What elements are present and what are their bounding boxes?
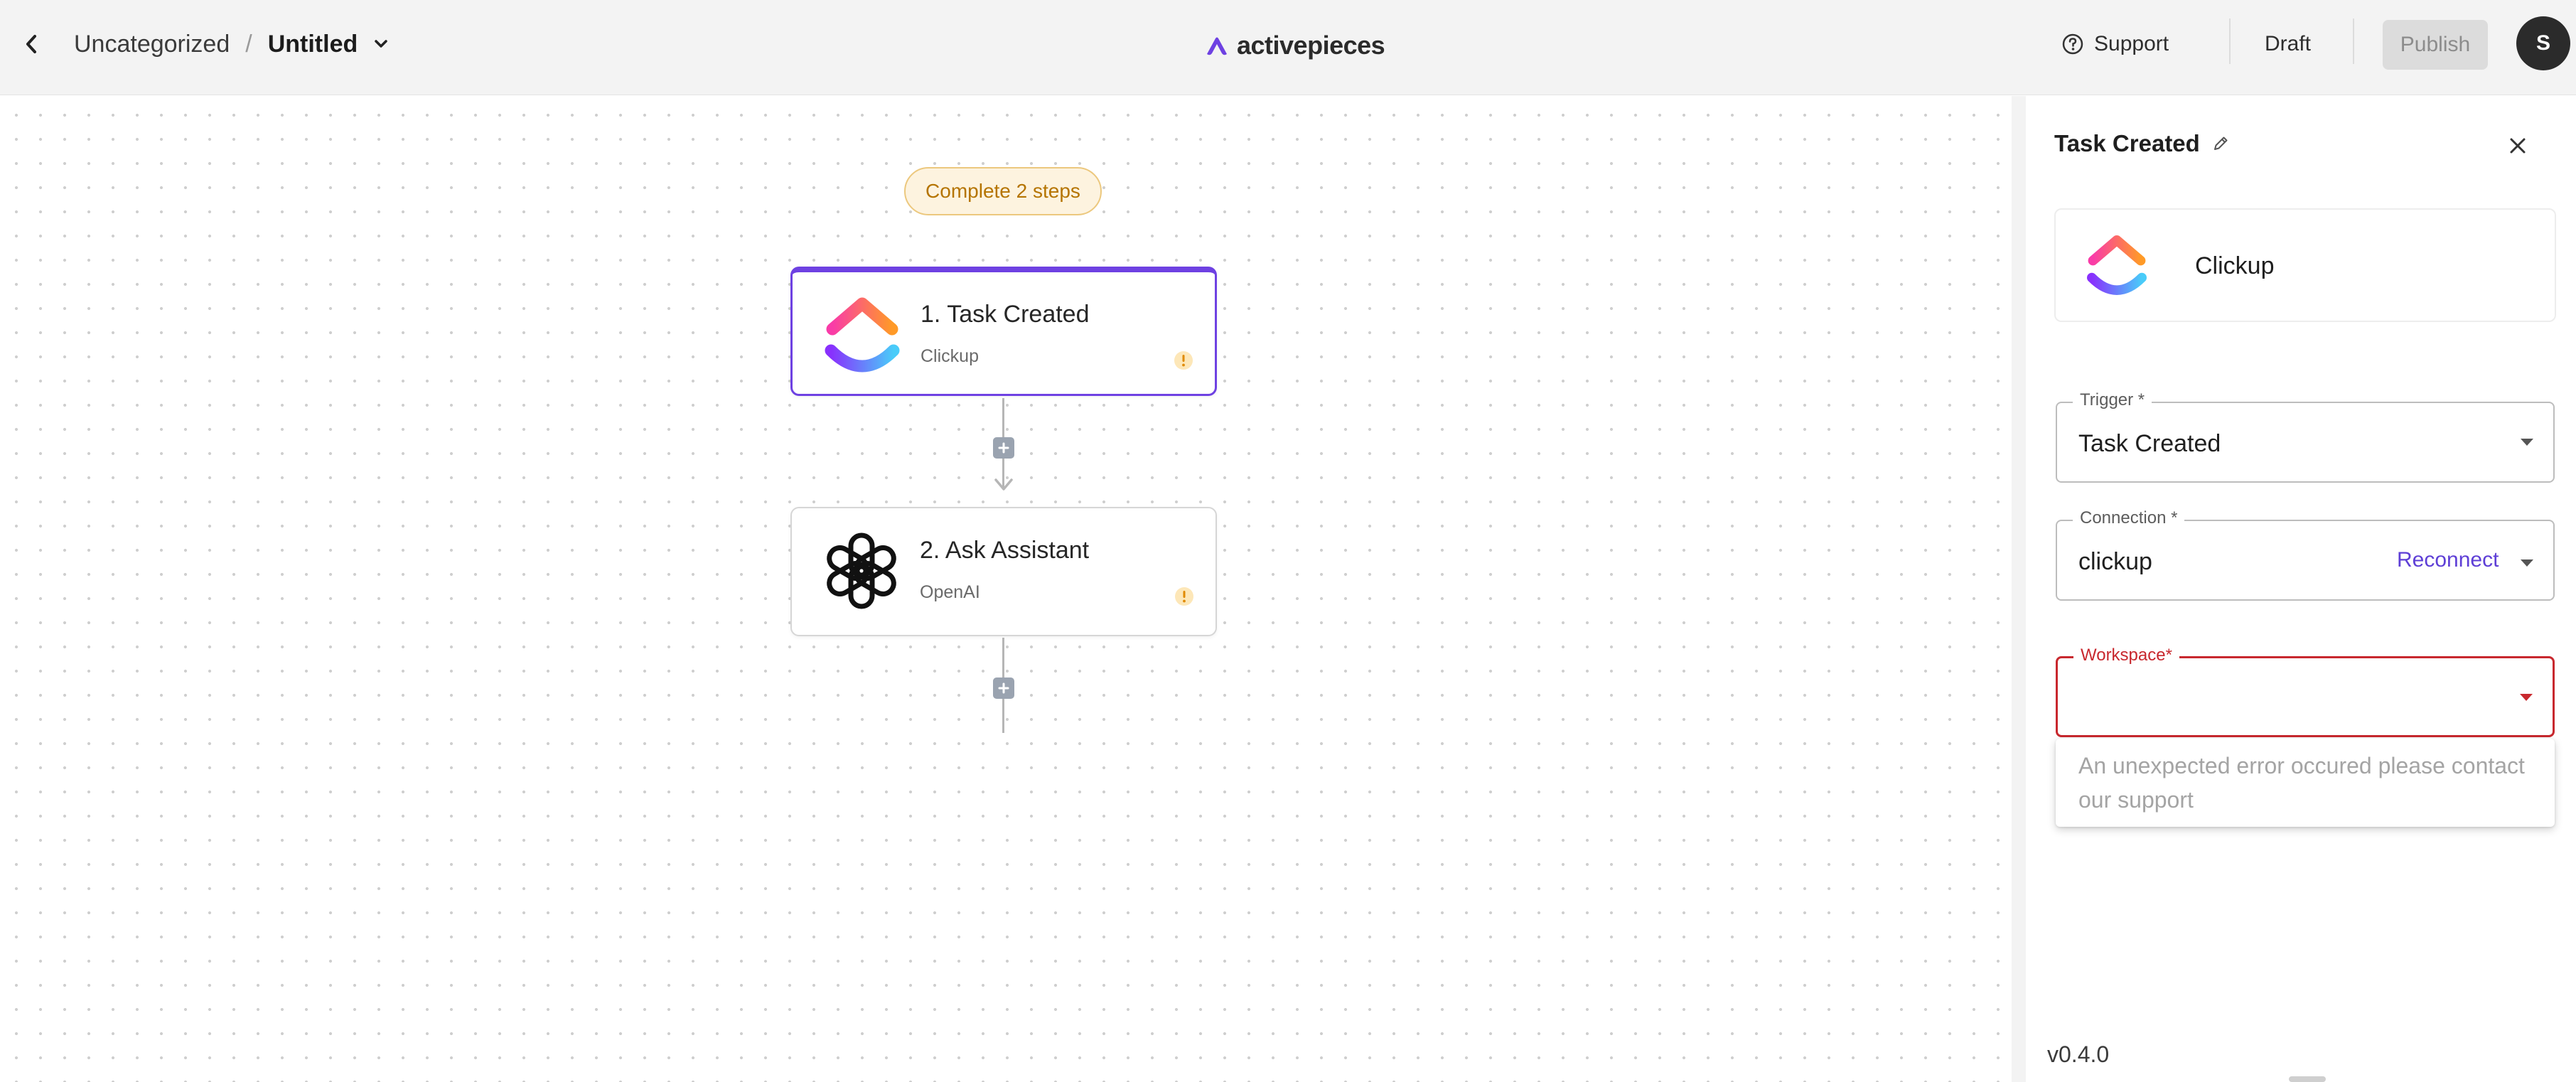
app-version: v0.4.0 <box>2047 1041 2110 1067</box>
openai-icon <box>827 532 896 609</box>
step-card-task-created[interactable]: 1. Task Created Clickup <box>790 267 1217 396</box>
selected-piece-card: Clickup <box>2054 208 2556 322</box>
panel-title: Task Created <box>2054 130 2230 157</box>
step-piece-name: Clickup <box>921 346 979 366</box>
help-circle-icon <box>2062 33 2083 55</box>
workspace-dropdown-error: An unexpected error occured please conta… <box>2056 739 2555 827</box>
add-step-button[interactable] <box>993 437 1014 459</box>
flow-canvas[interactable]: Complete 2 steps 1. Task Created Clickup <box>0 96 2012 1082</box>
step-connector <box>1002 699 1004 733</box>
clickup-icon <box>2087 235 2147 295</box>
reconnect-button[interactable]: Reconnect <box>2397 548 2499 572</box>
flow-status: Draft <box>2265 32 2312 55</box>
activepieces-logo: activepieces <box>1204 27 1385 64</box>
caret-down-icon <box>2520 694 2533 701</box>
piece-name: Clickup <box>2195 252 2275 279</box>
step-title: 1. Task Created <box>921 301 1090 328</box>
incomplete-steps-badge[interactable]: Complete 2 steps <box>904 167 1102 215</box>
activepieces-logo-icon <box>1207 37 1227 55</box>
pencil-icon[interactable] <box>2211 134 2230 153</box>
trigger-label: Trigger * <box>2073 390 2152 410</box>
user-avatar[interactable]: S <box>2516 16 2570 70</box>
caret-down-icon <box>2521 559 2533 567</box>
trigger-select[interactable]: Trigger * Task Created <box>2056 390 2555 483</box>
breadcrumb: Uncategorized / Untitled <box>74 27 389 61</box>
flow-menu-button[interactable] <box>373 38 389 50</box>
builder-header: Uncategorized / Untitled activepieces Su… <box>0 0 2576 95</box>
support-label: Support <box>2094 32 2169 55</box>
plus-icon <box>998 442 1009 454</box>
logo-text: activepieces <box>1237 31 1385 60</box>
chevron-down-icon <box>375 40 387 48</box>
step-card-ask-assistant[interactable]: 2. Ask Assistant OpenAI <box>790 507 1217 636</box>
connection-value: clickup <box>2078 548 2152 575</box>
arrow-down-icon <box>994 478 1013 491</box>
breadcrumb-folder[interactable]: Uncategorized <box>74 31 230 58</box>
step-title: 2. Ask Assistant <box>920 537 1090 564</box>
step-settings-panel: Task Created Clickup Trigger * Task Crea <box>2026 96 2576 1082</box>
plus-icon <box>998 682 1009 694</box>
chevron-left-icon <box>26 35 36 53</box>
step-name[interactable]: Task Created <box>2054 130 2200 157</box>
publish-button[interactable]: Publish <box>2383 20 2488 70</box>
warning-icon <box>1175 587 1193 606</box>
connection-select[interactable]: Connection * clickup Reconnect <box>2056 508 2555 601</box>
trigger-value: Task Created <box>2078 430 2221 457</box>
warning-icon <box>1174 351 1193 370</box>
connection-label: Connection * <box>2073 508 2185 528</box>
support-button[interactable]: Support <box>2061 26 2169 63</box>
back-button[interactable] <box>16 27 47 61</box>
header-divider <box>2229 18 2231 64</box>
close-icon[interactable] <box>2503 132 2532 160</box>
clickup-icon <box>825 297 900 373</box>
step-piece-name: OpenAI <box>920 582 980 602</box>
header-divider <box>2353 18 2354 64</box>
workspace-label: Workspace* <box>2073 646 2179 665</box>
flow-name[interactable]: Untitled <box>268 31 358 58</box>
add-step-button[interactable] <box>993 677 1014 699</box>
resize-handle[interactable] <box>2289 1076 2326 1082</box>
breadcrumb-separator: / <box>245 30 252 58</box>
panel-resize-gutter[interactable] <box>2012 96 2026 1082</box>
workspace-select[interactable]: Workspace* <box>2056 646 2555 737</box>
caret-down-icon <box>2521 439 2533 446</box>
